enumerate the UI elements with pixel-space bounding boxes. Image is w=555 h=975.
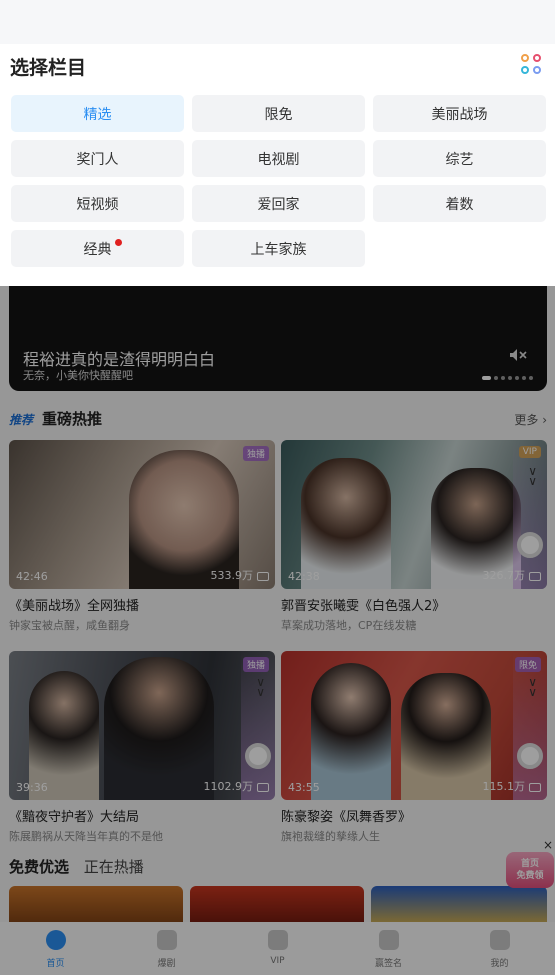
channel-selector-panel: 选择栏目 精选 限免 美丽战场 奖门人 电视剧 综艺 短视频 爱回家 着数 经典… <box>0 0 555 286</box>
chip-featured[interactable]: 精选 <box>11 95 184 132</box>
chip-beauty-battlefield[interactable]: 美丽战场 <box>373 95 546 132</box>
chip-classic[interactable]: 经典 <box>11 230 184 267</box>
chip-family[interactable]: 上车家族 <box>192 230 365 267</box>
grid-icon[interactable] <box>521 54 543 76</box>
chip-free-limited[interactable]: 限免 <box>192 95 365 132</box>
chip-short-video[interactable]: 短视频 <box>11 185 184 222</box>
status-bar <box>0 0 555 44</box>
chip-variety[interactable]: 综艺 <box>373 140 546 177</box>
chip-tv-drama[interactable]: 电视剧 <box>192 140 365 177</box>
notification-dot <box>115 239 122 246</box>
chip-gameshow[interactable]: 奖门人 <box>11 140 184 177</box>
panel-title: 选择栏目 <box>10 57 87 79</box>
dim-overlay[interactable] <box>0 286 555 975</box>
chip-come-home-love[interactable]: 爱回家 <box>192 185 365 222</box>
chip-deals[interactable]: 着数 <box>373 185 546 222</box>
